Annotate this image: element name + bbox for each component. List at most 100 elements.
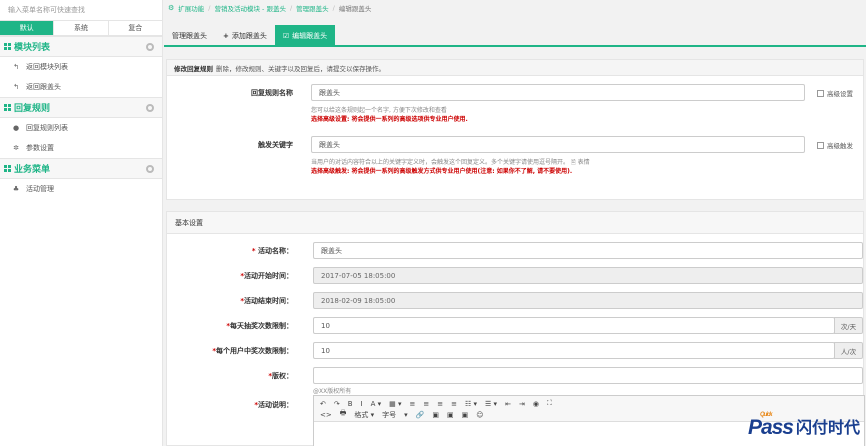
grid-icon <box>4 165 11 172</box>
activity-name-input[interactable]: 跟盖头 <box>313 242 863 259</box>
editor-tool-button[interactable]: I <box>361 400 363 408</box>
keyword-label: 触发关键字 <box>258 141 293 149</box>
rule-help-text: 您可以给这条规则起一个名字, 方便下次修改和查看 <box>311 107 447 114</box>
editor-tool-button[interactable]: ⇤ <box>505 400 511 408</box>
sidebar-tab-system[interactable]: 系统 <box>54 21 109 35</box>
editor-tool-button[interactable]: ▣ <box>447 411 454 419</box>
sidebar-item-label: 回复规则列表 <box>26 124 68 132</box>
editor-tool-button[interactable]: ▣ <box>432 411 439 419</box>
rule-help-warning: 选择高级设置: 将会提供一系列的高级选项供专业用户使用. <box>311 116 468 123</box>
editor-tool-button[interactable]: <> <box>320 411 332 419</box>
editor-tool-button[interactable]: B <box>348 400 353 408</box>
panel-heading: 基本设置 <box>167 212 863 234</box>
copyright-help: @XX版权所有 <box>313 388 352 395</box>
per-user-limit-unit: 人/次 <box>834 342 863 359</box>
breadcrumb-current: 编辑跟盖头 <box>338 5 372 13</box>
daily-limit-unit: 次/天 <box>834 317 863 334</box>
editor-tool-button[interactable]: ≡ <box>423 400 429 408</box>
sidebar-item-label: 参数设置 <box>26 144 54 152</box>
activity-name-label: * 活动名称： <box>251 247 293 255</box>
daily-limit-input[interactable]: 10 <box>313 317 835 334</box>
quickpass-logo: Quick Pass 闪付时代 <box>747 412 860 439</box>
sidebar-item-back-modules[interactable]: ↰ 返回模块列表 <box>0 57 162 77</box>
sidebar-tab-default[interactable]: 默认 <box>0 21 55 35</box>
grid-icon <box>4 43 11 50</box>
sidebar-tab-composite[interactable]: 复合 <box>109 21 162 35</box>
tab-edit[interactable]: ☑ 编辑跟盖头 <box>274 25 336 46</box>
tab-manage[interactable]: 管理跟盖头 <box>164 25 215 46</box>
gear-icon[interactable] <box>146 164 154 173</box>
section-title: 回复规则 <box>14 104 51 114</box>
per-user-limit-input[interactable]: 10 <box>313 342 835 359</box>
section-title: 业务菜单 <box>14 165 51 175</box>
gear-icon[interactable] <box>146 42 154 51</box>
editor-tool-button[interactable]: ▣ <box>462 411 469 419</box>
copyright-label: *版权： <box>268 372 293 380</box>
editor-tool-button[interactable]: ≡ <box>437 400 443 408</box>
breadcrumb-item[interactable]: 扩展功能 <box>178 3 204 13</box>
plus-icon: + <box>223 31 229 40</box>
per-user-limit-label: *每个用户中奖次数限制： <box>212 347 293 355</box>
back-icon: ↰ <box>13 63 19 71</box>
editor-tool-button[interactable]: ◉ <box>533 400 539 408</box>
keyword-help-warning: 选择高级触发: 将会提供一系列的高级触发方式供专业用户使用(注意: 如果你不了解… <box>311 168 573 175</box>
grid-icon <box>4 104 11 111</box>
editor-tool-button[interactable]: ↶ <box>320 400 326 408</box>
rule-name-label: 回复规则名称 <box>251 89 293 97</box>
copyright-input[interactable] <box>313 367 863 384</box>
emoji-link[interactable]: 🖹 表情 <box>571 159 590 166</box>
editor-tool-button[interactable]: 🔗 <box>416 411 425 419</box>
end-time-label: *活动结束时间： <box>240 297 293 305</box>
rule-name-input[interactable]: 跟盖头 <box>311 84 805 101</box>
cogs-icon: ⚙ <box>168 4 175 12</box>
editor-tool-button[interactable]: ☷ ▾ <box>465 400 477 408</box>
editor-tool-button[interactable]: ☺ <box>476 411 483 419</box>
sitemap-icon: ♣ <box>12 185 20 193</box>
sidebar-tabs: 默认 系统 复合 <box>0 21 162 36</box>
sidebar-item-label: 返回模块列表 <box>26 63 68 71</box>
edit-icon: ☑ <box>282 31 290 40</box>
editor-tool-button[interactable]: 🖶 <box>340 409 347 420</box>
sidebar-section-modules[interactable]: 模块列表 <box>0 36 162 57</box>
panel-heading: 修改回复规则 删除，修改规则、关键字以及回复后，请提交以保存操作。 <box>167 60 863 76</box>
sidebar: 输入菜单名称可快速查找 默认 系统 复合 模块列表 ↰ 返回模块列表 ↰ 返回跟… <box>0 0 163 446</box>
sidebar-section-reply-rules[interactable]: 回复规则 <box>0 97 162 118</box>
advanced-trigger-checkbox[interactable]: 高级触发 <box>817 140 853 150</box>
menu-search-input[interactable]: 输入菜单名称可快速查找 <box>0 0 162 21</box>
editor-tool-button[interactable]: ↷ <box>334 400 340 408</box>
advanced-settings-checkbox[interactable]: 高级设置 <box>817 88 853 98</box>
gear-icon: ✲ <box>13 144 19 152</box>
breadcrumb-item[interactable]: 营销及活动模块 - 跟盖头 <box>214 3 285 13</box>
editor-tool-button[interactable]: A ▾ <box>371 400 382 408</box>
start-time-label: *活动开始时间： <box>240 272 293 280</box>
editor-tool-button[interactable]: ≡ <box>451 400 457 408</box>
editor-tool-button[interactable]: 格式 ▾ <box>354 410 374 420</box>
editor-tool-button[interactable]: ▦ ▾ <box>389 400 401 408</box>
end-time-input[interactable]: 2018-02-09 18:05:00 <box>313 292 863 309</box>
editor-tool-button[interactable]: ▾ <box>404 411 408 419</box>
description-label: *活动说明： <box>254 401 293 409</box>
editor-tool-button[interactable]: ⛶ <box>547 399 552 408</box>
editor-tool-button[interactable]: ☰ ▾ <box>485 400 497 408</box>
main-content: ⚙ 扩展功能 / 营销及活动模块 - 跟盖头 / 管理跟盖头 / 编辑跟盖头 管… <box>164 0 866 446</box>
daily-limit-label: *每天抽奖次数限制： <box>226 322 293 330</box>
sidebar-item-reply-list[interactable]: ● 回复规则列表 <box>0 118 162 138</box>
editor-tool-button[interactable]: ≡ <box>410 400 416 408</box>
start-time-input[interactable]: 2017-07-05 18:05:00 <box>313 267 863 284</box>
breadcrumb: ⚙ 扩展功能 / 营销及活动模块 - 跟盖头 / 管理跟盖头 / 编辑跟盖头 <box>168 3 372 13</box>
section-title: 模块列表 <box>14 43 51 53</box>
sidebar-item-label: 返回跟盖头 <box>26 83 61 91</box>
sidebar-section-business-menu[interactable]: 业务菜单 <box>0 158 162 179</box>
editor-tool-button[interactable]: 字号 <box>382 410 396 420</box>
sidebar-item-params[interactable]: ✲ 参数设置 <box>0 138 162 158</box>
editor-tool-button[interactable]: ⇥ <box>519 400 525 408</box>
gear-icon[interactable] <box>146 103 154 112</box>
sidebar-item-back-genggaitou[interactable]: ↰ 返回跟盖头 <box>0 77 162 97</box>
comments-icon: ● <box>12 124 20 132</box>
keyword-input[interactable]: 跟盖头 <box>311 136 805 153</box>
reply-rule-panel: 修改回复规则 删除，修改规则、关键字以及回复后，请提交以保存操作。 回复规则名称 … <box>166 59 864 200</box>
tab-add[interactable]: + 添加跟盖头 <box>215 25 275 46</box>
sidebar-item-activity-manage[interactable]: ♣ 活动管理 <box>0 179 162 199</box>
breadcrumb-item[interactable]: 管理跟盖头 <box>296 3 329 13</box>
basic-settings-panel: 基本设置 * 活动名称： 跟盖头 *活动开始时间： 2017-07-05 18:… <box>166 211 865 446</box>
